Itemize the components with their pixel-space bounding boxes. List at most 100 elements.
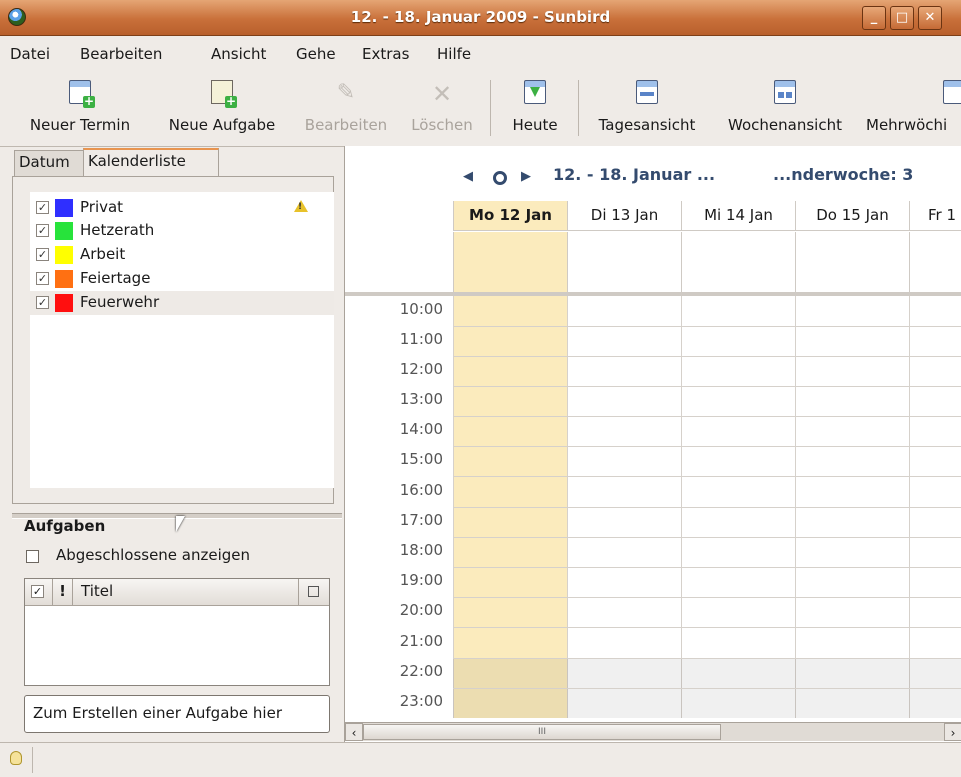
day-header-thursday[interactable]: Do 15 Jan bbox=[795, 201, 909, 231]
statusbar bbox=[0, 742, 961, 777]
multiweek-view-button[interactable]: Mehrwöchi bbox=[864, 72, 961, 146]
column-priority[interactable]: ! bbox=[53, 579, 73, 605]
delete-label: Löschen bbox=[411, 116, 473, 134]
week-view-button[interactable]: Wochenansicht bbox=[712, 72, 858, 146]
delete-x-icon: ✕ bbox=[431, 80, 453, 108]
menu-datei[interactable]: Datei bbox=[10, 45, 50, 63]
tab-kalenderliste[interactable]: Kalenderliste bbox=[83, 148, 219, 178]
scroll-left-arrow-icon[interactable]: ‹ bbox=[345, 723, 363, 741]
calendar-color-swatch bbox=[55, 199, 73, 217]
hour-label: 14:00 bbox=[399, 420, 443, 438]
allday-cell[interactable] bbox=[453, 232, 567, 292]
day-view-label: Tagesansicht bbox=[598, 116, 696, 134]
hour-line bbox=[453, 567, 961, 568]
day-header-monday[interactable]: Mo 12 Jan bbox=[453, 201, 567, 231]
hour-line bbox=[453, 537, 961, 538]
today-button[interactable]: Heute bbox=[498, 72, 572, 146]
calendar-item-feuerwehr[interactable]: ✓ Feuerwehr bbox=[30, 291, 334, 315]
new-event-icon: + bbox=[69, 80, 95, 108]
hour-line bbox=[453, 356, 961, 357]
menu-extras[interactable]: Extras bbox=[362, 45, 409, 63]
toolbar-separator bbox=[490, 80, 491, 136]
calendar-name: Hetzerath bbox=[80, 221, 155, 239]
new-task-label: Neue Aufgabe bbox=[168, 116, 276, 134]
toolbar-separator bbox=[578, 80, 579, 136]
hour-line bbox=[453, 688, 961, 689]
day-view-button[interactable]: Tagesansicht bbox=[586, 72, 708, 146]
edit-button[interactable]: ✎ Bearbeiten bbox=[298, 72, 394, 146]
task-table[interactable]: ✓ ! Titel bbox=[24, 578, 330, 686]
calendar-checkbox[interactable]: ✓ bbox=[36, 201, 49, 214]
new-task-button[interactable]: + Neue Aufgabe bbox=[156, 72, 288, 146]
new-event-button[interactable]: + Neuer Termin bbox=[18, 72, 142, 146]
calendar-item-privat[interactable]: ✓ Privat ! bbox=[30, 196, 334, 220]
minimize-button[interactable]: _ bbox=[862, 6, 886, 30]
hour-label: 20:00 bbox=[399, 601, 443, 619]
calendar-name: Privat bbox=[80, 198, 124, 216]
day-view-icon bbox=[636, 80, 658, 104]
close-icon: ✕ bbox=[924, 10, 936, 25]
hour-line bbox=[453, 627, 961, 628]
day-header-friday[interactable]: Fr 1 bbox=[909, 201, 961, 231]
day-header-tuesday[interactable]: Di 13 Jan bbox=[567, 201, 681, 231]
maximize-button[interactable]: □ bbox=[890, 6, 914, 30]
allday-cell[interactable] bbox=[795, 232, 909, 292]
scrollbar-thumb[interactable]: III bbox=[363, 724, 721, 740]
calendar-name: Feuerwehr bbox=[80, 293, 160, 311]
today-calendar-icon bbox=[524, 80, 546, 104]
week-view: ◀ ▶ 12. - 18. Januar ... ...nderwoche: 3… bbox=[344, 146, 961, 742]
next-week-arrow-icon[interactable]: ▶ bbox=[521, 169, 531, 184]
hour-line bbox=[453, 476, 961, 477]
allday-cell[interactable] bbox=[567, 232, 681, 292]
menu-gehe[interactable]: Gehe bbox=[296, 45, 336, 63]
calendar-list: ✓ Privat ! ✓ Hetzerath ✓ Arbeit ✓ Feiert… bbox=[30, 192, 334, 488]
calendar-checkbox[interactable]: ✓ bbox=[36, 296, 49, 309]
window-titlebar[interactable]: 12. - 18. Januar 2009 - Sunbird _ □ ✕ bbox=[0, 0, 961, 36]
calendar-item-feiertage[interactable]: ✓ Feiertage bbox=[30, 267, 334, 291]
calendar-color-swatch bbox=[55, 222, 73, 240]
calendar-week-number: ...nderwoche: 3 bbox=[773, 165, 914, 184]
menu-ansicht[interactable]: Ansicht bbox=[211, 45, 266, 63]
minimize-icon: _ bbox=[870, 10, 878, 25]
menu-bearbeiten[interactable]: Bearbeiten bbox=[80, 45, 162, 63]
column-picker[interactable] bbox=[299, 579, 329, 605]
multiweek-view-icon bbox=[943, 80, 961, 104]
delete-button[interactable]: ✕ Löschen bbox=[404, 72, 480, 146]
scroll-right-arrow-icon[interactable]: › bbox=[944, 723, 961, 741]
calendar-checkbox[interactable]: ✓ bbox=[36, 224, 49, 237]
mouse-cursor-icon bbox=[176, 516, 185, 532]
hour-label: 17:00 bbox=[399, 511, 443, 529]
calendar-item-hetzerath[interactable]: ✓ Hetzerath bbox=[30, 219, 334, 243]
hour-line bbox=[453, 326, 961, 327]
lightbulb-icon bbox=[10, 751, 22, 765]
week-view-icon bbox=[774, 80, 796, 104]
allday-cell[interactable] bbox=[909, 232, 961, 292]
column-title[interactable]: Titel bbox=[73, 579, 299, 605]
calendar-checkbox[interactable]: ✓ bbox=[36, 248, 49, 261]
hour-label: 16:00 bbox=[399, 481, 443, 499]
allday-cell[interactable] bbox=[681, 232, 795, 292]
pencil-icon: ✎ bbox=[336, 80, 356, 105]
day-header-wednesday[interactable]: Mi 14 Jan bbox=[681, 201, 795, 231]
toolbar: + Neuer Termin + Neue Aufgabe ✎ Bearbeit… bbox=[0, 72, 961, 147]
tab-datum[interactable]: Datum bbox=[14, 150, 86, 176]
previous-week-arrow-icon[interactable]: ◀ bbox=[463, 169, 473, 184]
calendar-color-swatch bbox=[55, 270, 73, 288]
column-completed[interactable]: ✓ bbox=[25, 579, 53, 605]
create-task-input[interactable]: Zum Erstellen einer Aufgabe hier bbox=[24, 695, 330, 733]
today-circle-icon[interactable] bbox=[493, 171, 507, 185]
calendar-name: Arbeit bbox=[80, 245, 126, 263]
hour-line bbox=[453, 446, 961, 447]
menu-hilfe[interactable]: Hilfe bbox=[437, 45, 471, 63]
calendar-item-arbeit[interactable]: ✓ Arbeit bbox=[30, 243, 334, 267]
close-button[interactable]: ✕ bbox=[918, 6, 942, 30]
show-completed-label: Abgeschlossene anzeigen bbox=[56, 546, 251, 564]
hour-line bbox=[453, 658, 961, 659]
calendar-name: Feiertage bbox=[80, 269, 151, 287]
show-completed-checkbox[interactable] bbox=[26, 550, 39, 563]
hour-label: 12:00 bbox=[399, 360, 443, 378]
maximize-icon: □ bbox=[895, 10, 909, 25]
calendar-checkbox[interactable]: ✓ bbox=[36, 272, 49, 285]
hour-label: 15:00 bbox=[399, 450, 443, 468]
horizontal-scrollbar[interactable]: ‹ III › bbox=[345, 722, 961, 741]
